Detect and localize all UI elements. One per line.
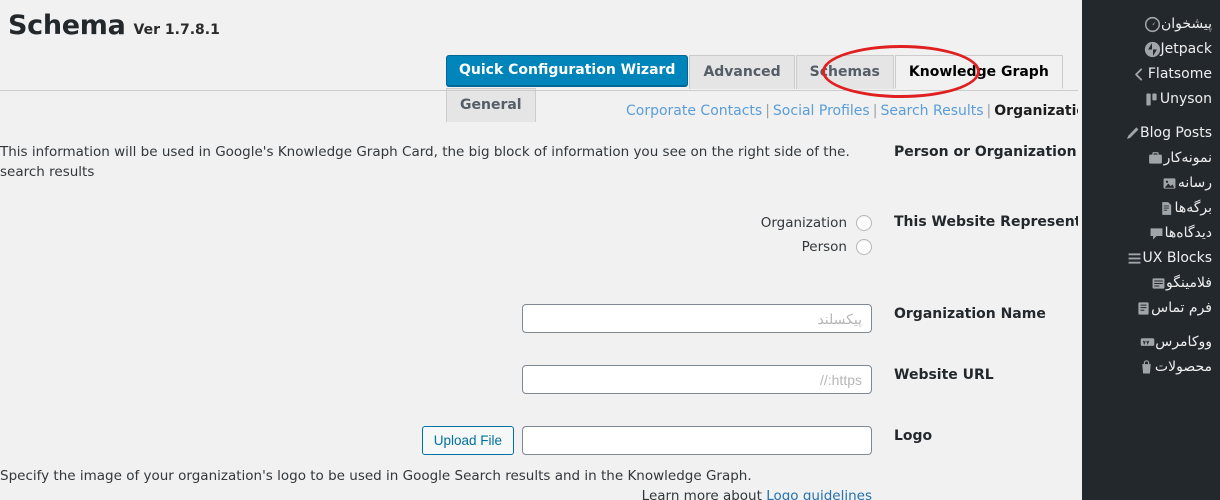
tab-knowledge-graph[interactable]: Knowledge Graph	[894, 55, 1063, 89]
radio-person[interactable]	[856, 239, 872, 256]
label-logo: Logo	[894, 428, 933, 445]
page-title: Schema	[8, 10, 126, 41]
radio-option-organization[interactable]: Organization	[0, 212, 872, 234]
pages-icon	[1157, 199, 1177, 219]
wp-body-content: Schema Ver 1.7.8.1 Quick Configuration Wi…	[0, 0, 1132, 500]
radio-organization-label: Organization	[760, 215, 847, 232]
sidebar-item-dashboard[interactable]: پیشخوان	[1082, 12, 1220, 37]
sidebar-item-label: نمونه‌کار	[1163, 150, 1212, 166]
label-website-url: Website URL	[894, 367, 994, 384]
contact-form-icon	[1133, 299, 1153, 319]
portfolio-icon	[1146, 149, 1166, 169]
upload-file-button[interactable]: Upload File	[421, 426, 514, 456]
label-organization-name: Organization Name	[894, 306, 1046, 323]
logo-help-line2: Learn more about Logo guidelines	[0, 486, 872, 500]
field-website-represent-radios: Organization Person	[0, 210, 872, 260]
tab-advanced[interactable]: Advanced	[689, 55, 795, 89]
label-this-website-represent: This Website Represent	[894, 214, 1082, 231]
flamingo-icon	[1148, 274, 1168, 294]
sidebar-separator	[1082, 112, 1220, 121]
posts-icon	[1122, 124, 1142, 144]
form-row-organization-name: Organization Name	[0, 302, 1082, 334]
form-row-person-or-organization: Person or Organization .This information…	[0, 140, 1082, 182]
field-logo: Upload File	[0, 424, 872, 456]
logo-guidelines-link[interactable]: Logo guidelines	[766, 488, 872, 500]
sidebar-item-woocommerce[interactable]: ووکامرس	[1082, 330, 1220, 355]
products-icon	[1137, 358, 1157, 378]
plugin-header: Schema Ver 1.7.8.1	[0, 10, 1082, 41]
screenshot-root: Schema Ver 1.7.8.1 Quick Configuration Wi…	[0, 0, 1220, 500]
woocommerce-icon	[1137, 333, 1157, 353]
radio-person-label: Person	[801, 239, 847, 256]
sidebar-item-flatsome[interactable]: Flatsome	[1082, 62, 1220, 87]
logo-upload-row: Upload File	[0, 426, 872, 456]
logo-help-line1: .Specify the image of your organization'…	[0, 468, 752, 485]
field-logo-help: .Specify the image of your organization'…	[0, 464, 872, 500]
sidebar-item-label: رسانه	[1177, 175, 1212, 191]
sidebar-item-label: ووکامرس	[1155, 334, 1212, 350]
sidebar-item-label: UX Blocks	[1142, 250, 1212, 266]
media-icon	[1160, 174, 1180, 194]
sidebar-separator	[1082, 321, 1220, 330]
sub-navigation: Corporate Contacts | Social Profiles | Searc…	[0, 103, 1132, 119]
comments-icon	[1147, 224, 1167, 244]
sidebar-item-label: برگه‌ها	[1174, 200, 1212, 216]
sidebar-item-label: فرم تماس	[1151, 300, 1212, 316]
subnav-separator: |	[765, 103, 770, 119]
logo-path-input[interactable]	[522, 426, 872, 456]
sidebar-item-label: Unyson	[1159, 91, 1212, 107]
sidebar-item-comments[interactable]: دیدگاه‌ها	[1082, 221, 1220, 246]
sidebar-item-contact-form[interactable]: فرم تماس	[1082, 296, 1220, 321]
plugin-version: Ver 1.7.8.1	[133, 22, 220, 38]
sidebar-item-label: Blog Posts	[1140, 125, 1212, 141]
field-organization-name	[0, 302, 872, 334]
description-text: .This information will be used in Google…	[0, 144, 850, 180]
field-website-url	[0, 363, 872, 395]
field-person-or-organization-description: .This information will be used in Google…	[0, 140, 872, 182]
subnav-corporate-contacts[interactable]: Corporate Contacts	[626, 103, 762, 119]
organization-name-input[interactable]	[522, 304, 872, 334]
sidebar-item-media[interactable]: رسانه	[1082, 171, 1220, 196]
admin-sidebar-menu: پیشخوان Jetpack Flatsome Unyson Blog Pos…	[1082, 0, 1220, 500]
sidebar-item-unyson[interactable]: Unyson	[1082, 87, 1220, 112]
tab-schemas[interactable]: Schemas	[795, 55, 894, 89]
label-person-or-organization: Person or Organization	[894, 144, 1077, 160]
sidebar-item-products[interactable]: محصولات	[1082, 355, 1220, 380]
label-logo-help-spacer	[872, 464, 1082, 468]
settings-form: Person or Organization .This information…	[0, 140, 1082, 500]
sidebar-item-label: Jetpack	[1160, 41, 1212, 57]
radio-option-person[interactable]: Person	[0, 236, 872, 258]
sidebar-item-label: Flatsome	[1147, 66, 1212, 82]
dashboard-icon	[1143, 15, 1163, 35]
unyson-icon	[1142, 90, 1162, 110]
sidebar-item-ux-blocks[interactable]: UX Blocks	[1082, 246, 1220, 271]
sidebar-item-portfolio[interactable]: نمونه‌کار	[1082, 146, 1220, 171]
sidebar-item-label: دیدگاه‌ها	[1164, 225, 1212, 241]
radio-organization[interactable]	[856, 215, 872, 232]
sidebar-item-label: محصولات	[1154, 359, 1212, 375]
logo-help-text: .Specify the image of your organization'…	[0, 466, 872, 500]
subnav-separator: |	[986, 103, 992, 119]
subnav-separator: |	[872, 103, 878, 119]
learn-more-prefix: Learn more about	[641, 488, 767, 500]
form-row-website-represent: This Website Represent Organization Pers…	[0, 210, 1082, 260]
sidebar-item-label: فلامینگو	[1166, 275, 1212, 291]
sidebar-item-flamingo[interactable]: فلامینگو	[1082, 271, 1220, 296]
blocks-icon	[1125, 249, 1145, 269]
sidebar-item-label: پیشخوان	[1160, 16, 1212, 32]
form-row-logo: Logo Upload File	[0, 424, 1082, 456]
tab-bar-divider	[0, 90, 1082, 91]
tab-quick-configuration-wizard[interactable]: Quick Configuration Wizard	[446, 55, 689, 86]
sidebar-item-jetpack[interactable]: Jetpack	[1082, 37, 1220, 62]
tab-bar: Quick Configuration Wizard Advanced Schema…	[0, 55, 1082, 122]
sidebar-item-blog-posts[interactable]: Blog Posts	[1082, 121, 1220, 146]
form-row-website-url: Website URL	[0, 363, 1082, 395]
subnav-search-results[interactable]: Search Results	[880, 103, 983, 119]
website-url-input[interactable]	[522, 365, 872, 395]
form-row-logo-help: .Specify the image of your organization'…	[0, 464, 1082, 500]
subnav-social-profiles[interactable]: Social Profiles	[773, 103, 870, 119]
flatsome-icon	[1130, 65, 1150, 85]
sidebar-item-pages[interactable]: برگه‌ها	[1082, 196, 1220, 221]
jetpack-icon	[1142, 40, 1162, 60]
